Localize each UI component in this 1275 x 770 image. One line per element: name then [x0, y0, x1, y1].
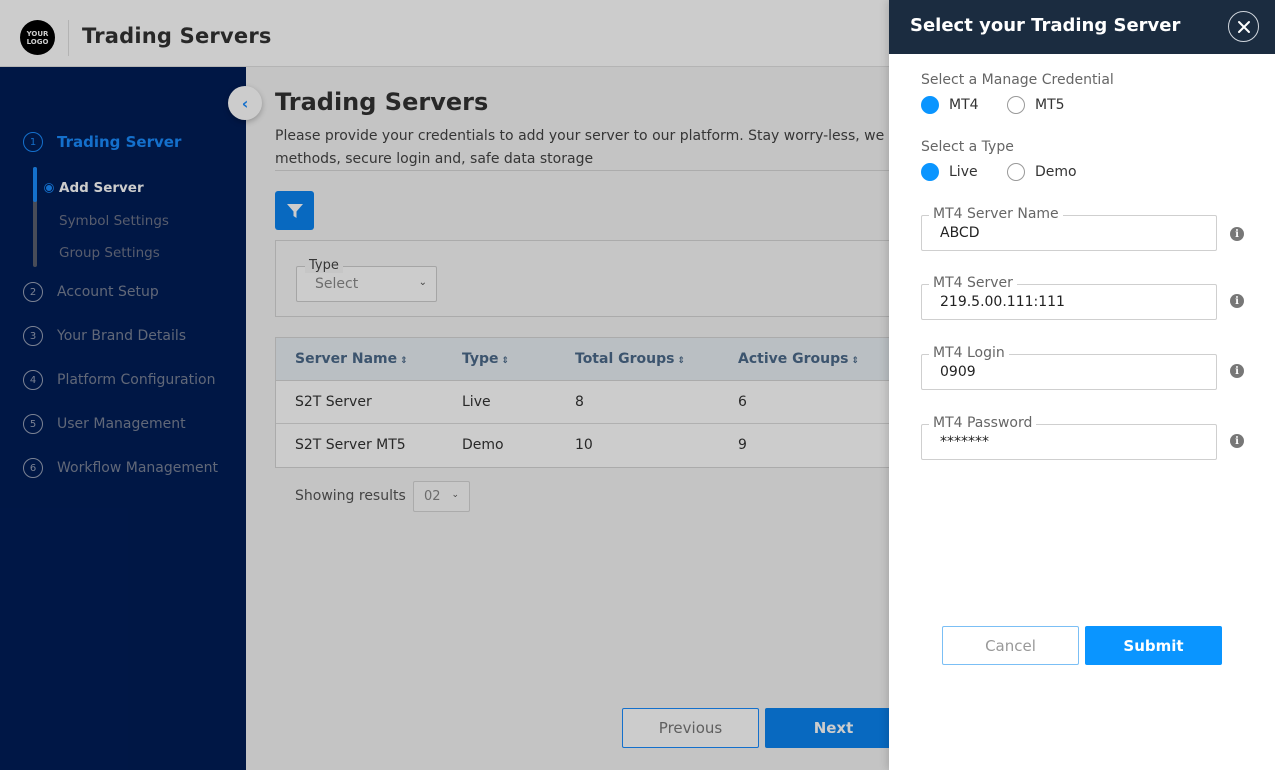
- field-value[interactable]: *******: [940, 434, 1200, 450]
- credential-group-label: Select a Manage Credential: [921, 72, 1114, 88]
- radio-checked-icon: [921, 163, 939, 181]
- cancel-button[interactable]: Cancel: [942, 626, 1079, 665]
- mt4-password-field[interactable]: MT4 Password *******: [921, 415, 1217, 460]
- field-label: MT4 Server Name: [929, 206, 1063, 222]
- info-icon[interactable]: i: [1230, 434, 1244, 448]
- radio-mt5[interactable]: MT5: [1007, 96, 1065, 114]
- type-group-label: Select a Type: [921, 139, 1014, 155]
- radio-unchecked-icon: [1007, 163, 1025, 181]
- mt4-login-field[interactable]: MT4 Login 0909: [921, 345, 1217, 390]
- field-label: MT4 Server: [929, 275, 1017, 291]
- field-label: MT4 Login: [929, 345, 1009, 361]
- radio-label: MT5: [1035, 97, 1065, 113]
- radio-checked-icon: [921, 96, 939, 114]
- info-icon[interactable]: i: [1230, 227, 1244, 241]
- select-server-drawer: Select your Trading Server Select a Mana…: [889, 0, 1275, 770]
- radio-label: Live: [949, 164, 978, 180]
- field-value[interactable]: 219.5.00.111:111: [940, 294, 1200, 310]
- drawer-header: Select your Trading Server: [889, 0, 1275, 54]
- submit-button[interactable]: Submit: [1085, 626, 1222, 665]
- radio-live[interactable]: Live: [921, 163, 978, 181]
- radio-label: Demo: [1035, 164, 1077, 180]
- info-icon[interactable]: i: [1230, 294, 1244, 308]
- radio-unchecked-icon: [1007, 96, 1025, 114]
- close-button[interactable]: [1228, 11, 1259, 42]
- radio-label: MT4: [949, 97, 979, 113]
- field-value[interactable]: ABCD: [940, 225, 1200, 241]
- radio-mt4[interactable]: MT4: [921, 96, 979, 114]
- radio-demo[interactable]: Demo: [1007, 163, 1077, 181]
- modal-backdrop[interactable]: [0, 0, 890, 770]
- field-label: MT4 Password: [929, 415, 1037, 431]
- info-icon[interactable]: i: [1230, 364, 1244, 378]
- field-value[interactable]: 0909: [940, 364, 1200, 380]
- mt4-server-name-field[interactable]: MT4 Server Name ABCD: [921, 206, 1217, 251]
- mt4-server-field[interactable]: MT4 Server 219.5.00.111:111: [921, 275, 1217, 320]
- drawer-title: Select your Trading Server: [910, 15, 1181, 36]
- close-icon: [1237, 20, 1250, 33]
